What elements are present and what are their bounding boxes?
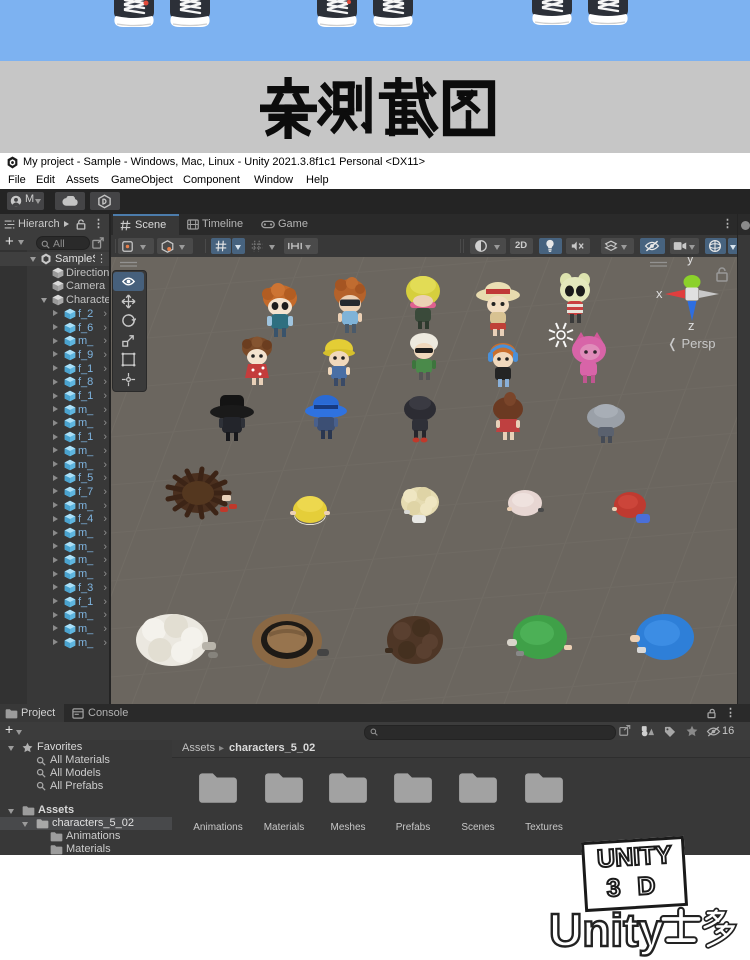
svg-text:❬ Persp: ❬ Persp (667, 336, 715, 352)
svg-text:x: x (656, 286, 663, 301)
svg-text:z: z (688, 318, 695, 333)
svg-text:y: y (687, 257, 694, 266)
